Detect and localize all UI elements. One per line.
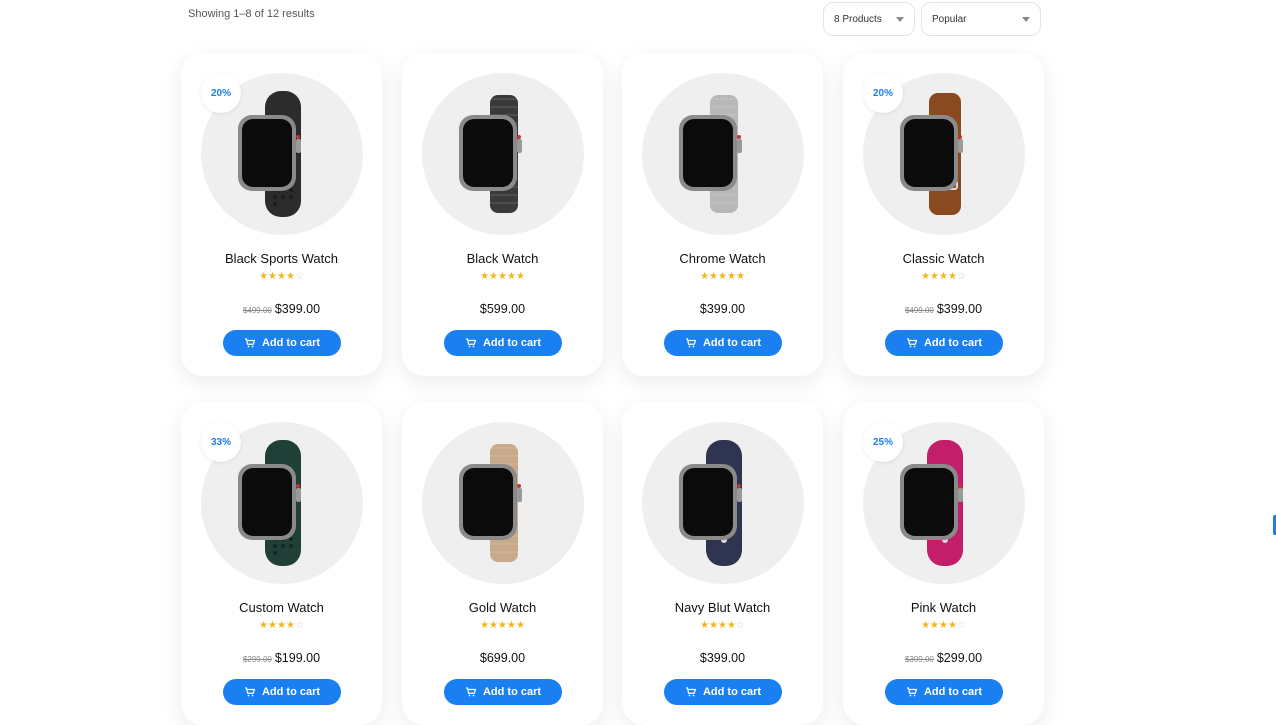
current-price: $599.00 bbox=[479, 302, 526, 316]
product-image[interactable] bbox=[422, 73, 584, 235]
add-to-cart-button[interactable]: Add to cart bbox=[664, 679, 782, 705]
watch-image bbox=[679, 95, 742, 213]
product-price: $499.00 $399.00 bbox=[843, 302, 1044, 316]
product-title[interactable]: Gold Watch bbox=[402, 600, 603, 615]
add-to-cart-label: Add to cart bbox=[702, 337, 762, 349]
product-card[interactable]: 33% Custom Watch ★★★★☆ $299.00 $199.00 Ad… bbox=[181, 402, 382, 725]
discount-badge: 20% bbox=[863, 73, 903, 113]
discount-badge: 33% bbox=[201, 422, 241, 462]
product-title[interactable]: Navy Blut Watch bbox=[622, 600, 823, 615]
cart-icon bbox=[244, 338, 256, 348]
watch-image bbox=[459, 95, 522, 213]
product-image[interactable] bbox=[422, 422, 584, 584]
cart-icon bbox=[465, 338, 477, 348]
chevron-down-icon bbox=[1022, 16, 1030, 22]
product-image[interactable] bbox=[642, 422, 804, 584]
chevron-down-icon bbox=[896, 16, 904, 22]
add-to-cart-label: Add to cart bbox=[923, 337, 983, 349]
add-to-cart-button[interactable]: Add to cart bbox=[223, 679, 341, 705]
product-card[interactable]: 25% Pink Watch ★★★★☆ $399.00 $299.00 Add … bbox=[843, 402, 1044, 725]
add-to-cart-label: Add to cart bbox=[702, 686, 762, 698]
product-card[interactable]: Gold Watch ★★★★★ $699.00 Add to cart bbox=[402, 402, 603, 725]
cart-icon bbox=[685, 687, 697, 697]
rating-stars: ★★★★☆ bbox=[921, 620, 966, 631]
product-card[interactable]: Navy Blut Watch ★★★★☆ $399.00 Add to car… bbox=[622, 402, 823, 725]
add-to-cart-label: Add to cart bbox=[482, 686, 542, 698]
product-card[interactable]: Black Watch ★★★★★ $599.00 Add to cart bbox=[402, 53, 603, 376]
add-to-cart-label: Add to cart bbox=[482, 337, 542, 349]
add-to-cart-button[interactable]: Add to cart bbox=[444, 330, 562, 356]
discount-badge: 25% bbox=[863, 422, 903, 462]
watch-image bbox=[459, 444, 522, 562]
product-card[interactable]: 20% Black Sports Watch ★★★★☆ $499.00 $399… bbox=[181, 53, 382, 376]
current-price: $699.00 bbox=[479, 651, 526, 665]
current-price: $399.00 bbox=[699, 302, 746, 316]
product-price: $599.00 bbox=[402, 302, 603, 316]
cart-icon bbox=[685, 338, 697, 348]
product-title[interactable]: Chrome Watch bbox=[622, 251, 823, 266]
rating-stars: ★★★★☆ bbox=[259, 271, 304, 282]
add-to-cart-button[interactable]: Add to cart bbox=[223, 330, 341, 356]
add-to-cart-label: Add to cart bbox=[261, 337, 321, 349]
current-price: $199.00 bbox=[274, 651, 321, 665]
rating-stars: ★★★★★ bbox=[480, 271, 525, 282]
product-title[interactable]: Pink Watch bbox=[843, 600, 1044, 615]
rating-stars: ★★★★☆ bbox=[259, 620, 304, 631]
current-price: $299.00 bbox=[936, 651, 983, 665]
add-to-cart-label: Add to cart bbox=[923, 686, 983, 698]
product-title[interactable]: Black Sports Watch bbox=[181, 251, 382, 266]
add-to-cart-button[interactable]: Add to cart bbox=[885, 679, 1003, 705]
product-card[interactable]: 20% Classic Watch ★★★★☆ $499.00 $399.00 A… bbox=[843, 53, 1044, 376]
sort-select[interactable]: Popular bbox=[921, 2, 1041, 36]
current-price: $399.00 bbox=[699, 651, 746, 665]
cart-icon bbox=[906, 687, 918, 697]
watch-image bbox=[679, 440, 742, 566]
per-page-select-value: 8 Products bbox=[834, 13, 882, 25]
per-page-select[interactable]: 8 Products bbox=[823, 2, 915, 36]
add-to-cart-button[interactable]: Add to cart bbox=[444, 679, 562, 705]
rating-stars: ★★★★★ bbox=[480, 620, 525, 631]
product-price: $399.00 bbox=[622, 302, 823, 316]
old-price: $299.00 bbox=[242, 655, 272, 664]
product-price: $399.00 bbox=[622, 651, 823, 665]
old-price: $399.00 bbox=[904, 655, 934, 664]
results-count: Showing 1–8 of 12 results bbox=[188, 8, 315, 20]
add-to-cart-button[interactable]: Add to cart bbox=[664, 330, 782, 356]
current-price: $399.00 bbox=[936, 302, 983, 316]
product-title[interactable]: Custom Watch bbox=[181, 600, 382, 615]
rating-stars: ★★★★★ bbox=[700, 271, 745, 282]
product-title[interactable]: Black Watch bbox=[402, 251, 603, 266]
product-title[interactable]: Classic Watch bbox=[843, 251, 1044, 266]
old-price: $499.00 bbox=[904, 306, 934, 315]
cart-icon bbox=[244, 687, 256, 697]
old-price: $499.00 bbox=[242, 306, 272, 315]
product-price: $699.00 bbox=[402, 651, 603, 665]
add-to-cart-label: Add to cart bbox=[261, 686, 321, 698]
discount-badge: 20% bbox=[201, 73, 241, 113]
sort-select-value: Popular bbox=[932, 13, 967, 25]
current-price: $399.00 bbox=[274, 302, 321, 316]
product-price: $399.00 $299.00 bbox=[843, 651, 1044, 665]
add-to-cart-button[interactable]: Add to cart bbox=[885, 330, 1003, 356]
top-toolbar: Showing 1–8 of 12 results 8 Products Pop… bbox=[0, 0, 1276, 40]
rating-stars: ★★★★☆ bbox=[700, 620, 745, 631]
product-price: $499.00 $399.00 bbox=[181, 302, 382, 316]
cart-icon bbox=[465, 687, 477, 697]
product-card[interactable]: Chrome Watch ★★★★★ $399.00 Add to cart bbox=[622, 53, 823, 376]
product-image[interactable] bbox=[642, 73, 804, 235]
rating-stars: ★★★★☆ bbox=[921, 271, 966, 282]
cart-icon bbox=[906, 338, 918, 348]
product-price: $299.00 $199.00 bbox=[181, 651, 382, 665]
